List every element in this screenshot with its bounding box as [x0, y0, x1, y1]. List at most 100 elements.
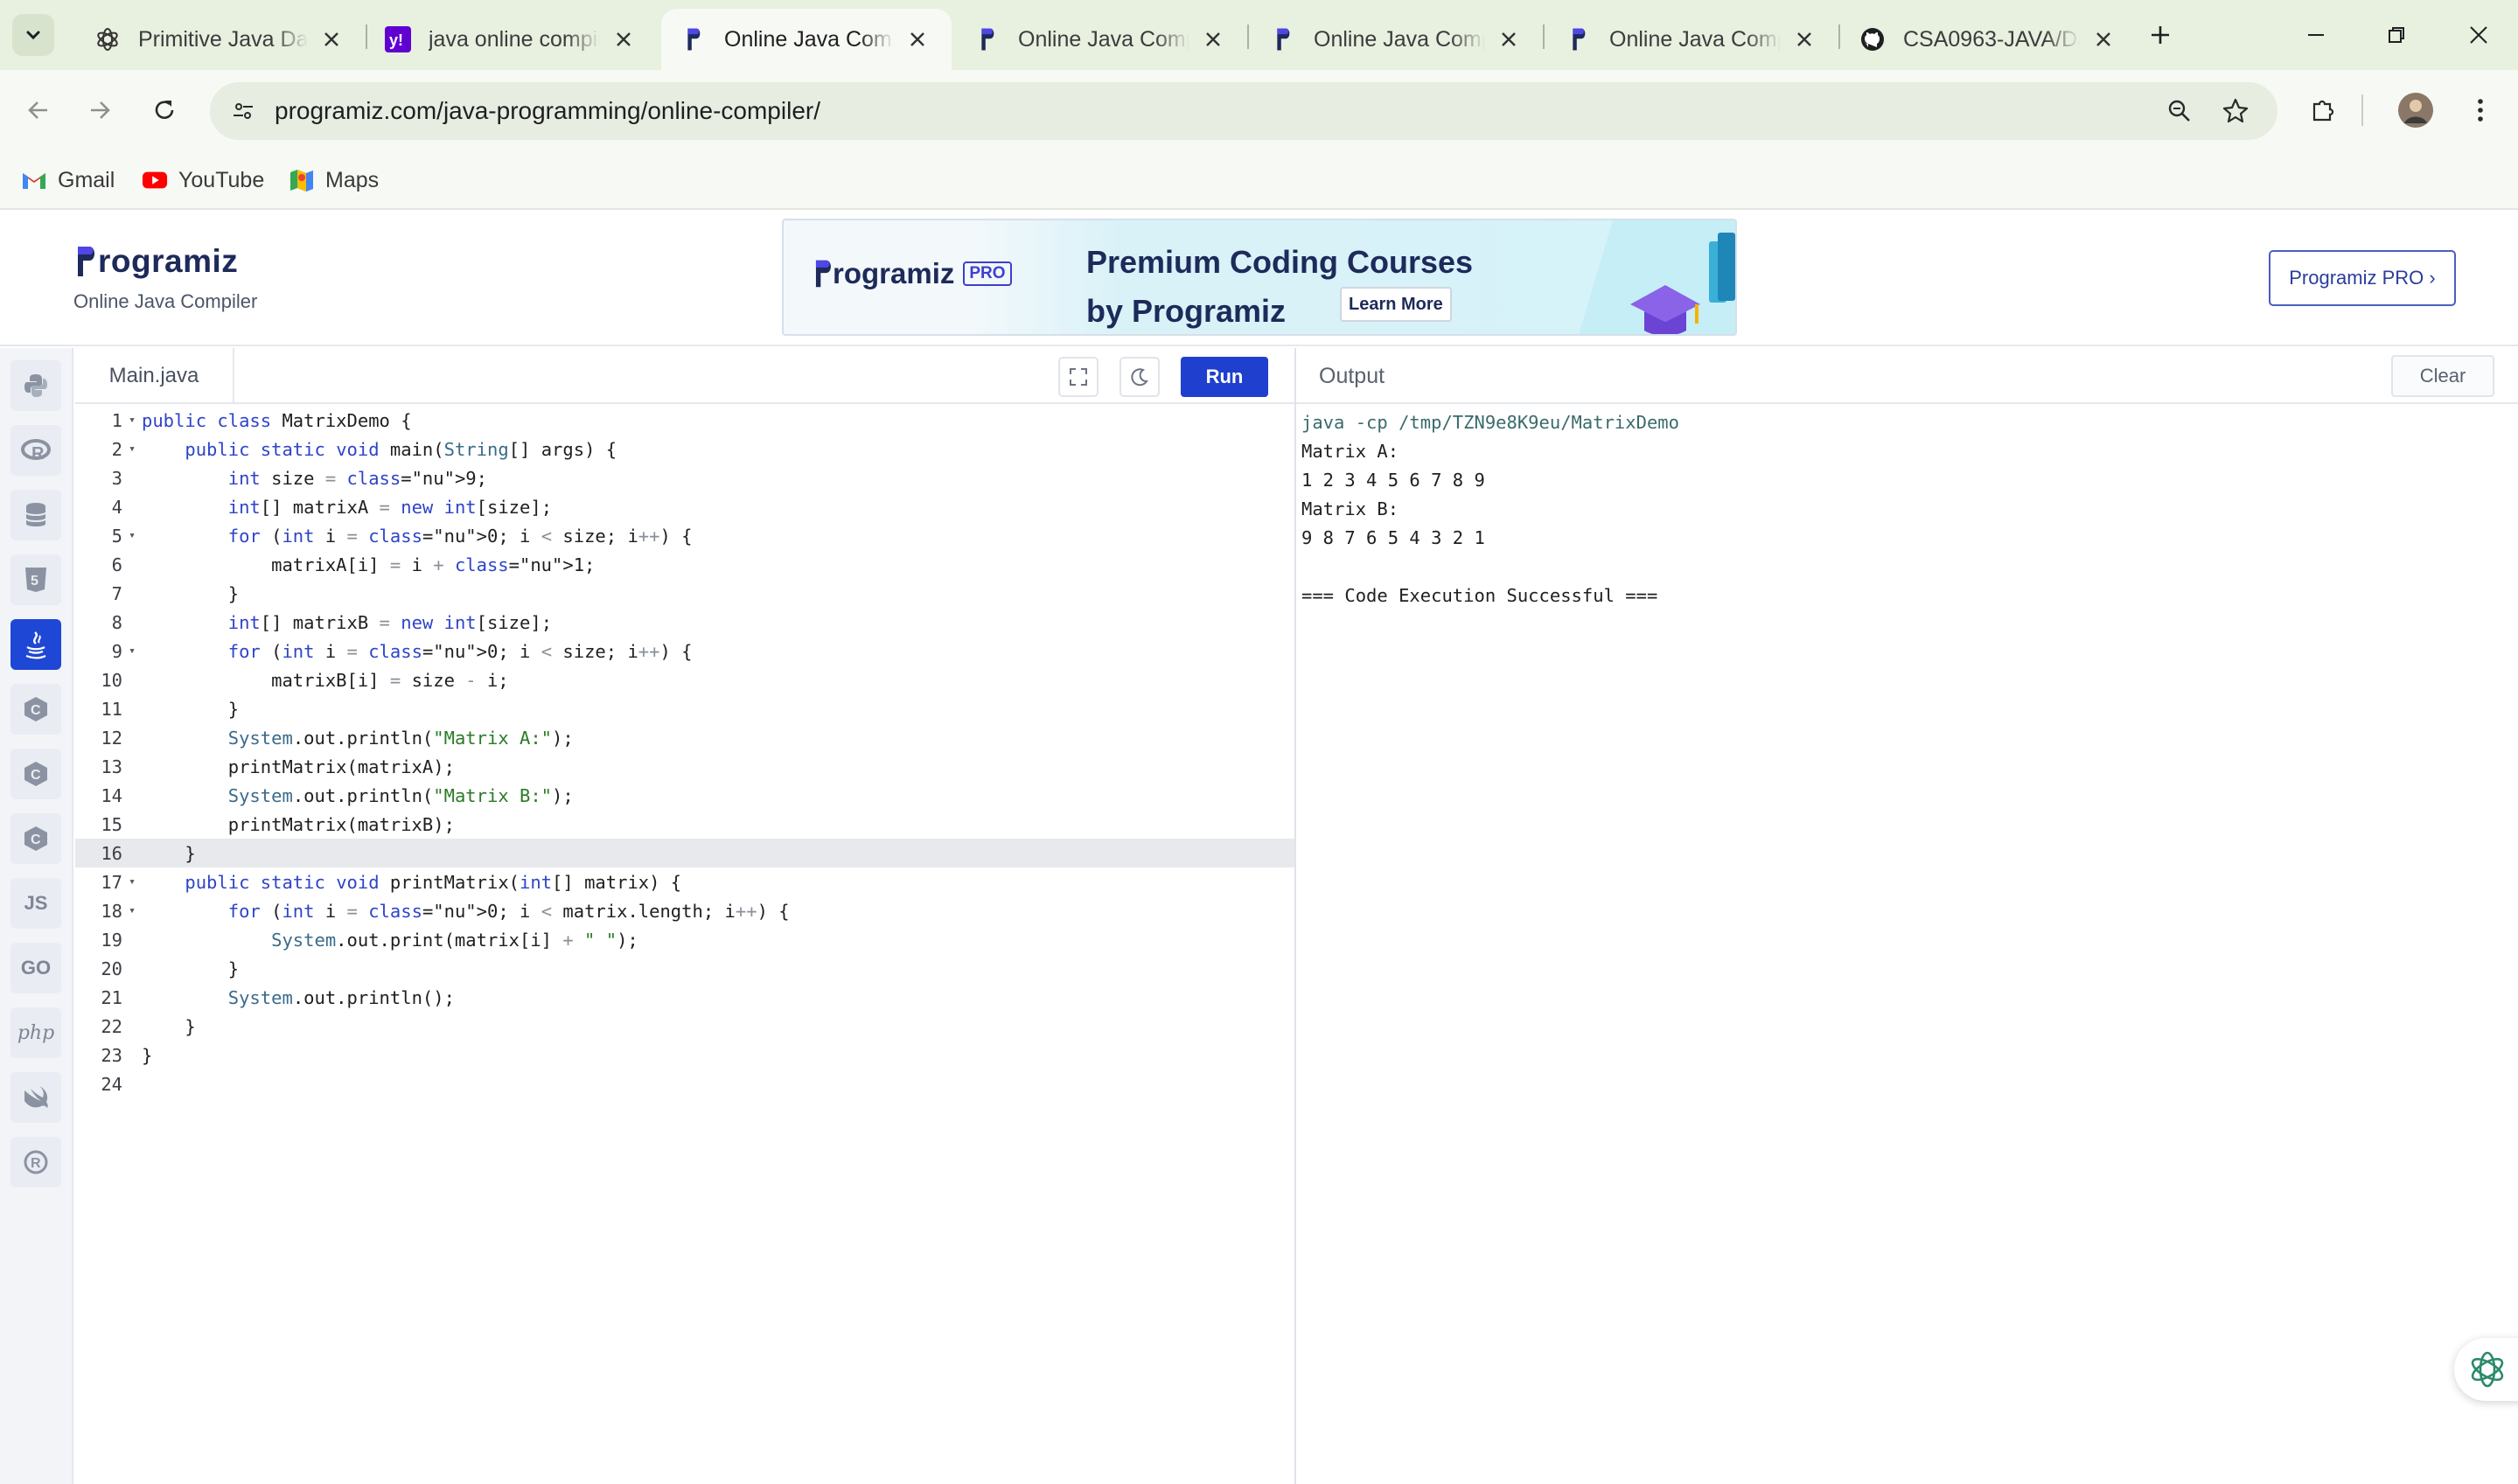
code-text[interactable]: System.out.print(matrix[i] + " ");	[142, 930, 638, 951]
html-icon[interactable]: 5	[10, 554, 61, 605]
code-text[interactable]: int[] matrixB = new int[size];	[142, 612, 552, 633]
code-text[interactable]: for (int i = class="nu">0; i < matrix.le…	[142, 901, 790, 922]
code-line[interactable]: 15 printMatrix(matrixB);	[75, 810, 1294, 839]
close-tab-icon[interactable]	[1198, 24, 1228, 54]
bookmark-youtube[interactable]: YouTube	[142, 163, 264, 198]
code-line[interactable]: 18 ▾ for (int i = class="nu">0; i < matri…	[75, 896, 1294, 925]
extensions-button[interactable]	[2302, 89, 2344, 131]
file-tab-main-java[interactable]: Main.java	[75, 348, 234, 404]
code-line[interactable]: 8 int[] matrixB = new int[size];	[75, 608, 1294, 637]
code-line[interactable]: 16 }	[75, 839, 1294, 867]
restore-button[interactable]	[2377, 16, 2416, 54]
browser-tab[interactable]: Online Java Compi	[661, 9, 952, 70]
go-icon[interactable]: GO	[10, 943, 61, 993]
theme-toggle-button[interactable]	[1119, 357, 1160, 397]
programiz-logo[interactable]: rogramiz	[75, 243, 238, 280]
cpp-icon[interactable]: C	[10, 749, 61, 799]
url-text[interactable]: programiz.com/java-programming/online-co…	[275, 97, 820, 125]
fold-toggle-icon[interactable]: ▾	[122, 414, 142, 427]
browser-tab[interactable]: y! java online compil	[366, 9, 658, 70]
code-line[interactable]: 20 }	[75, 954, 1294, 983]
code-text[interactable]: public static void main(String[] args) {	[142, 439, 617, 460]
code-line[interactable]: 7 }	[75, 579, 1294, 608]
code-editor[interactable]: 1 ▾ public class MatrixDemo {2 ▾ public sta…	[75, 406, 1294, 1484]
code-text[interactable]: }	[142, 1045, 152, 1066]
sql-icon[interactable]	[10, 490, 61, 540]
code-line[interactable]: 10 matrixB[i] = size - i;	[75, 665, 1294, 694]
c-icon[interactable]: C	[10, 684, 61, 735]
fullscreen-button[interactable]	[1058, 357, 1099, 397]
run-button[interactable]: Run	[1181, 357, 1268, 397]
code-line[interactable]: 19 System.out.print(matrix[i] + " ");	[75, 925, 1294, 954]
code-text[interactable]: System.out.println();	[142, 987, 455, 1008]
browser-tab[interactable]: Online Java Comp	[1251, 9, 1543, 70]
code-text[interactable]: }	[142, 699, 239, 720]
browser-tab[interactable]: CSA0963-JAVA/Da	[1840, 9, 2138, 70]
browser-tab[interactable]: Online Java Comp	[955, 9, 1247, 70]
code-text[interactable]: }	[142, 1016, 195, 1037]
code-text[interactable]: }	[142, 843, 195, 864]
code-line[interactable]: 12 System.out.println("Matrix A:");	[75, 723, 1294, 752]
minimize-button[interactable]	[2297, 16, 2335, 54]
back-button[interactable]	[17, 89, 59, 131]
fold-toggle-icon[interactable]: ▾	[122, 904, 142, 917]
profile-avatar[interactable]	[2395, 89, 2437, 131]
code-text[interactable]: public class MatrixDemo {	[142, 410, 412, 431]
code-line[interactable]: 17 ▾ public static void printMatrix(int[]…	[75, 867, 1294, 896]
ai-assistant-button[interactable]	[2454, 1338, 2518, 1401]
bookmark-gmail[interactable]: Gmail	[21, 163, 115, 198]
code-line[interactable]: 14 System.out.println("Matrix B:");	[75, 781, 1294, 810]
address-bar[interactable]: programiz.com/java-programming/online-co…	[210, 82, 2277, 140]
code-text[interactable]: int[] matrixA = new int[size];	[142, 497, 552, 518]
reload-button[interactable]	[143, 89, 185, 131]
close-tab-icon[interactable]	[317, 24, 346, 54]
menu-button[interactable]	[2459, 89, 2501, 131]
site-info-icon[interactable]	[222, 90, 264, 132]
code-text[interactable]: System.out.println("Matrix B:");	[142, 785, 574, 806]
bookmark-star-icon[interactable]	[2215, 90, 2256, 132]
code-line[interactable]: 23}	[75, 1041, 1294, 1069]
promo-banner[interactable]: rogramiz PRO Premium Coding Courses by P…	[782, 219, 1737, 336]
close-tab-icon[interactable]	[1789, 24, 1819, 54]
pane-divider[interactable]	[1294, 348, 1296, 1484]
programiz-pro-button[interactable]: Programiz PRO ›	[2269, 250, 2456, 306]
close-tab-icon[interactable]	[609, 24, 638, 54]
close-tab-icon[interactable]	[1494, 24, 1524, 54]
code-line[interactable]: 24	[75, 1069, 1294, 1098]
code-text[interactable]: printMatrix(matrixB);	[142, 814, 455, 835]
code-line[interactable]: 6 matrixA[i] = i + class="nu">1;	[75, 550, 1294, 579]
code-line[interactable]: 2 ▾ public static void main(String[] args…	[75, 435, 1294, 463]
clear-button[interactable]: Clear	[2391, 355, 2494, 397]
browser-tab[interactable]: Online Java Comp	[1546, 9, 1838, 70]
code-line[interactable]: 1 ▾ public class MatrixDemo {	[75, 406, 1294, 435]
fold-toggle-icon[interactable]: ▾	[122, 442, 142, 456]
learn-more-button[interactable]: Learn More	[1340, 287, 1452, 322]
close-tab-icon[interactable]	[2089, 24, 2118, 54]
code-line[interactable]: 11 }	[75, 694, 1294, 723]
code-line[interactable]: 22 }	[75, 1012, 1294, 1041]
code-line[interactable]: 3 int size = class="nu">9;	[75, 463, 1294, 492]
rust-icon[interactable]: R	[10, 1137, 61, 1188]
code-line[interactable]: 21 System.out.println();	[75, 983, 1294, 1012]
fold-toggle-icon[interactable]: ▾	[122, 529, 142, 542]
code-line[interactable]: 4 int[] matrixA = new int[size];	[75, 492, 1294, 521]
code-text[interactable]: matrixB[i] = size - i;	[142, 670, 509, 691]
tab-search-button[interactable]	[12, 14, 54, 56]
python-icon[interactable]	[10, 360, 61, 411]
r-icon[interactable]: R	[10, 425, 61, 476]
swift-icon[interactable]	[10, 1072, 61, 1123]
code-text[interactable]: int size = class="nu">9;	[142, 468, 487, 489]
forward-button[interactable]	[79, 89, 121, 131]
close-window-button[interactable]	[2459, 16, 2498, 54]
code-line[interactable]: 5 ▾ for (int i = class="nu">0; i < size; …	[75, 521, 1294, 550]
code-text[interactable]: for (int i = class="nu">0; i < size; i++…	[142, 526, 693, 547]
code-text[interactable]: matrixA[i] = i + class="nu">1;	[142, 554, 595, 575]
js-icon[interactable]: JS	[10, 878, 61, 929]
bookmark-maps[interactable]: Maps	[289, 163, 379, 198]
code-text[interactable]: printMatrix(matrixA);	[142, 756, 455, 777]
csharp-icon[interactable]: C	[10, 813, 61, 864]
fold-toggle-icon[interactable]: ▾	[122, 875, 142, 888]
new-tab-button[interactable]	[2141, 16, 2180, 54]
code-line[interactable]: 9 ▾ for (int i = class="nu">0; i < size; …	[75, 637, 1294, 665]
fold-toggle-icon[interactable]: ▾	[122, 644, 142, 658]
